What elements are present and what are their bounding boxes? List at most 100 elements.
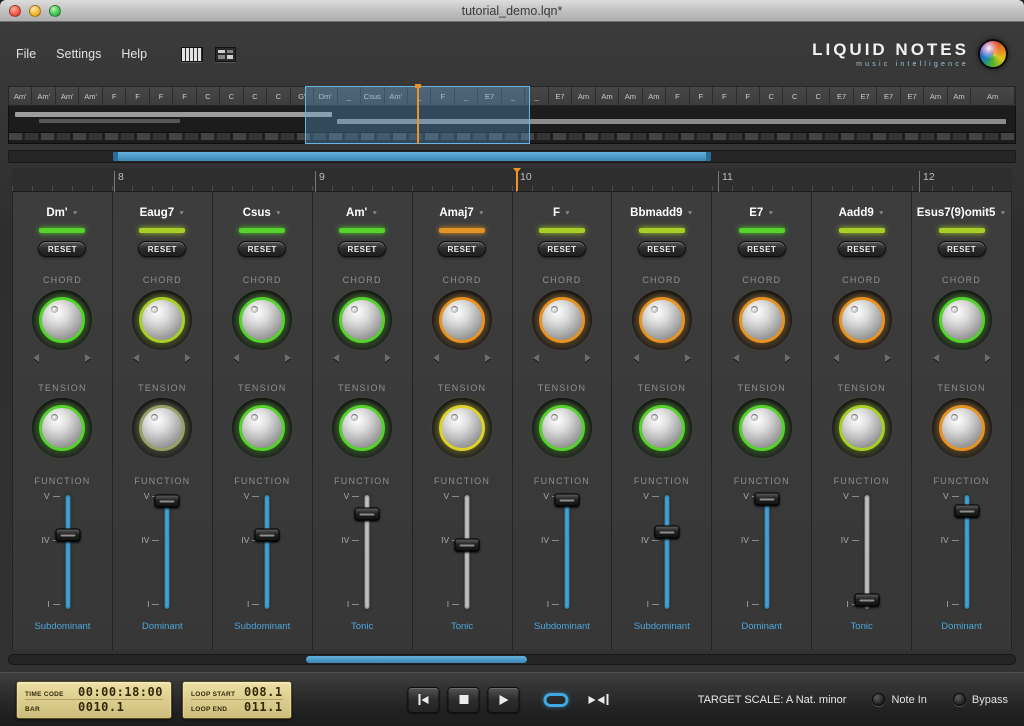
chord-knob-dial[interactable] bbox=[439, 297, 486, 343]
reset-button[interactable]: RESET bbox=[338, 241, 387, 257]
stop-button[interactable] bbox=[447, 686, 480, 713]
function-slider-handle[interactable] bbox=[954, 504, 980, 518]
tension-knob[interactable] bbox=[32, 398, 93, 458]
overview-chord-cell[interactable]: _ bbox=[525, 87, 549, 105]
menu-settings[interactable]: Settings bbox=[56, 47, 101, 61]
overview-chord-cell[interactable]: Am' bbox=[79, 87, 103, 105]
chord-knob[interactable] bbox=[731, 290, 792, 350]
overview-chord-cell[interactable]: Am bbox=[947, 87, 972, 105]
overview-chord-cell[interactable]: E7 bbox=[548, 87, 573, 105]
function-slider[interactable]: V IV I bbox=[630, 491, 694, 611]
overview-chord-cell[interactable]: _ bbox=[454, 87, 479, 105]
overview-piano-roll[interactable] bbox=[8, 106, 1016, 144]
tension-knob[interactable] bbox=[332, 398, 393, 458]
chord-selector[interactable]: E7 ▼ bbox=[749, 204, 774, 222]
function-slider-track[interactable] bbox=[664, 495, 670, 609]
chord-selector[interactable]: Bbmadd9 ▼ bbox=[630, 204, 693, 222]
overview-chord-cell[interactable]: Am bbox=[924, 87, 948, 105]
overview-chord-cell[interactable]: C bbox=[243, 87, 268, 105]
tension-knob[interactable] bbox=[531, 398, 592, 458]
reset-button[interactable]: RESET bbox=[637, 241, 686, 257]
overview-chord-cell[interactable]: Am' bbox=[32, 87, 56, 105]
function-slider[interactable]: V IV I bbox=[230, 491, 294, 611]
overview-chord-cell[interactable]: Csus bbox=[361, 87, 385, 105]
overview-chord-cell[interactable]: Am' bbox=[9, 87, 33, 105]
chord-knob[interactable] bbox=[631, 290, 692, 350]
function-slider-handle[interactable] bbox=[55, 528, 81, 542]
tension-knob-dial[interactable] bbox=[239, 405, 286, 451]
function-slider-handle[interactable] bbox=[854, 593, 880, 607]
tension-knob-dial[interactable] bbox=[139, 405, 186, 451]
overview-chord-cell[interactable]: F bbox=[126, 87, 150, 105]
function-slider[interactable]: V IV I bbox=[830, 491, 894, 611]
chord-knob-dial[interactable] bbox=[638, 297, 685, 343]
chord-knob-dial[interactable] bbox=[538, 297, 585, 343]
overview-chord-cell[interactable]: E7 bbox=[478, 87, 502, 105]
menu-file[interactable]: File bbox=[16, 47, 36, 61]
note-in-toggle[interactable]: Note In bbox=[872, 693, 927, 706]
overview-chord-cell[interactable]: F bbox=[102, 87, 127, 105]
timeline-range[interactable] bbox=[112, 152, 712, 161]
tension-knob-dial[interactable] bbox=[638, 405, 685, 451]
overview-chord-cell[interactable]: C bbox=[220, 87, 244, 105]
overview-chord-cell[interactable]: F bbox=[149, 87, 174, 105]
reset-button[interactable]: RESET bbox=[837, 241, 886, 257]
overview-chord-cell[interactable]: Am bbox=[971, 87, 1015, 105]
bypass-toggle[interactable]: Bypass bbox=[952, 693, 1008, 706]
timeline-scrollbar[interactable] bbox=[8, 150, 1016, 163]
function-slider-handle[interactable] bbox=[554, 493, 580, 507]
chord-selector[interactable]: Amaj7 ▼ bbox=[439, 204, 484, 222]
chord-next-arrow-icon[interactable] bbox=[984, 354, 991, 362]
overview-chord-cell[interactable]: Am bbox=[619, 87, 643, 105]
chord-next-arrow-icon[interactable] bbox=[285, 354, 292, 362]
chord-next-arrow-icon[interactable] bbox=[85, 354, 92, 362]
ruler-playhead[interactable] bbox=[513, 168, 521, 191]
chord-knob[interactable] bbox=[831, 290, 892, 350]
loop-toggle-icon[interactable] bbox=[543, 692, 569, 707]
tension-knob[interactable] bbox=[432, 398, 493, 458]
chord-prev-arrow-icon[interactable] bbox=[233, 354, 240, 362]
chord-next-arrow-icon[interactable] bbox=[485, 354, 492, 362]
chord-selector[interactable]: Aadd9 ▼ bbox=[839, 204, 885, 222]
function-slider-track[interactable] bbox=[164, 495, 170, 609]
horizontal-scrollbar[interactable] bbox=[8, 654, 1016, 665]
tension-knob[interactable] bbox=[631, 398, 692, 458]
function-slider-track[interactable] bbox=[864, 495, 870, 609]
function-slider[interactable]: V IV I bbox=[930, 491, 994, 611]
titlebar[interactable]: tutorial_demo.lqn* bbox=[0, 0, 1024, 22]
overview-chord-cell[interactable]: Dm' bbox=[314, 87, 338, 105]
overview-chord-cell[interactable]: Am bbox=[595, 87, 620, 105]
function-slider-handle[interactable] bbox=[654, 525, 680, 539]
overview-chord-cell[interactable]: G' bbox=[290, 87, 315, 105]
overview-chord-cell[interactable]: C bbox=[267, 87, 291, 105]
function-slider-handle[interactable] bbox=[154, 494, 180, 508]
chord-next-arrow-icon[interactable] bbox=[185, 354, 192, 362]
loop-end-value[interactable]: 011.1 bbox=[244, 700, 283, 714]
timecode-value[interactable]: 00:00:18:00 bbox=[78, 685, 163, 699]
chord-prev-arrow-icon[interactable] bbox=[433, 354, 440, 362]
chord-prev-arrow-icon[interactable] bbox=[333, 354, 340, 362]
function-slider[interactable]: V IV I bbox=[730, 491, 794, 611]
overview-playhead[interactable] bbox=[415, 84, 422, 144]
reset-button[interactable]: RESET bbox=[937, 241, 986, 257]
close-icon[interactable] bbox=[9, 5, 21, 17]
chord-selector[interactable]: Csus ▼ bbox=[243, 204, 282, 222]
tension-knob-dial[interactable] bbox=[439, 405, 486, 451]
tension-knob-dial[interactable] bbox=[538, 405, 585, 451]
chord-knob[interactable] bbox=[232, 290, 293, 350]
function-slider-handle[interactable] bbox=[254, 528, 280, 542]
chord-next-arrow-icon[interactable] bbox=[584, 354, 591, 362]
minimize-icon[interactable] bbox=[29, 5, 41, 17]
function-slider[interactable]: V IV I bbox=[530, 491, 594, 611]
overview-chord-cell[interactable]: Am' bbox=[55, 87, 80, 105]
chord-selector[interactable]: Am' ▼ bbox=[346, 204, 378, 222]
overview-chord-cell[interactable]: C bbox=[806, 87, 831, 105]
tension-knob-dial[interactable] bbox=[938, 405, 985, 451]
bar-value[interactable]: 0010.1 bbox=[78, 700, 124, 714]
chord-prev-arrow-icon[interactable] bbox=[532, 354, 539, 362]
overview-chord-cell[interactable]: C bbox=[196, 87, 221, 105]
chord-next-arrow-icon[interactable] bbox=[884, 354, 891, 362]
reset-button[interactable]: RESET bbox=[238, 241, 287, 257]
chord-knob-dial[interactable] bbox=[738, 297, 785, 343]
bypass-radio-icon[interactable] bbox=[952, 693, 966, 706]
